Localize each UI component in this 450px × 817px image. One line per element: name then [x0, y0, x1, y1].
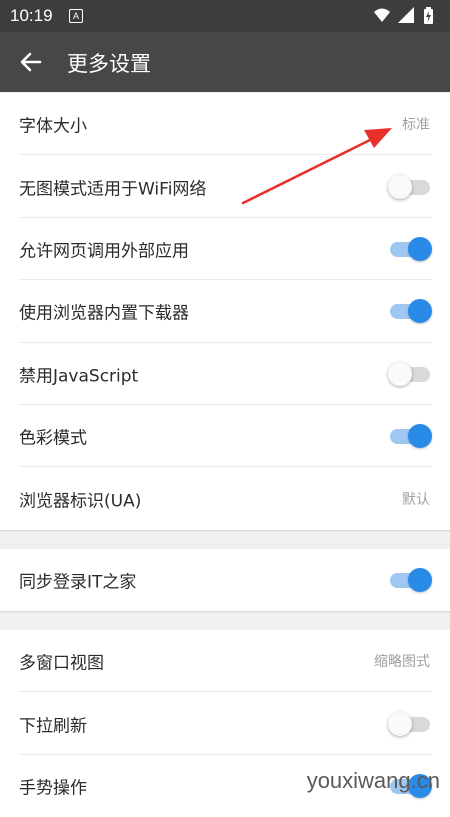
- toggle-switch[interactable]: [388, 174, 432, 199]
- setting-label: 允许网页调用外部应用: [19, 241, 189, 262]
- toggle-switch[interactable]: [388, 361, 432, 386]
- setting-builtin-downloader[interactable]: 使用浏览器内置下载器: [0, 280, 450, 343]
- setting-label: 同步登录IT之家: [19, 572, 137, 593]
- setting-label: 使用浏览器内置下载器: [19, 303, 189, 324]
- setting-label: 无图模式适用于WiFi网络: [19, 179, 207, 200]
- setting-label: 字体大小: [19, 116, 87, 137]
- signal-icon: [398, 7, 414, 23]
- settings-group-browser: 字体大小 标准 无图模式适用于WiFi网络 允许网页调用外部应用 使用浏览器内置…: [0, 93, 450, 530]
- watermark: youxiwang.cn: [306, 768, 440, 793]
- app-toolbar: 更多设置: [0, 32, 450, 92]
- setting-multi-window-view[interactable]: 多窗口视图 缩略图式: [0, 630, 450, 693]
- settings-group-account: 同步登录IT之家: [0, 549, 450, 612]
- notification-icon: A: [69, 9, 83, 23]
- setting-value: 缩略图式: [374, 654, 430, 671]
- toggle-switch[interactable]: [388, 711, 432, 736]
- wifi-icon: [374, 8, 390, 22]
- back-arrow-icon[interactable]: [18, 49, 44, 75]
- setting-user-agent[interactable]: 浏览器标识(UA) 默认: [0, 467, 450, 529]
- setting-pull-to-refresh[interactable]: 下拉刷新: [0, 692, 450, 755]
- toggle-switch[interactable]: [388, 568, 432, 593]
- toggle-switch[interactable]: [388, 299, 432, 324]
- setting-label: 手势操作: [19, 778, 87, 799]
- toggle-switch[interactable]: [388, 236, 432, 261]
- setting-label: 色彩模式: [19, 428, 87, 449]
- setting-no-image-wifi[interactable]: 无图模式适用于WiFi网络: [0, 155, 450, 218]
- setting-sync-login[interactable]: 同步登录IT之家: [0, 549, 450, 611]
- page-title: 更多设置: [67, 52, 151, 76]
- status-bar: 10:19 A: [0, 0, 450, 32]
- status-time: 10:19: [10, 6, 53, 25]
- setting-disable-javascript[interactable]: 禁用JavaScript: [0, 343, 450, 405]
- setting-allow-external-apps[interactable]: 允许网页调用外部应用: [0, 218, 450, 281]
- setting-label: 禁用JavaScript: [19, 366, 139, 387]
- setting-value: 标准: [402, 117, 430, 134]
- battery-icon: [424, 7, 433, 24]
- setting-value: 默认: [402, 491, 430, 508]
- setting-label: 浏览器标识(UA): [19, 491, 142, 512]
- setting-label: 多窗口视图: [19, 653, 104, 674]
- status-icons: [372, 5, 442, 27]
- setting-color-mode[interactable]: 色彩模式: [0, 405, 450, 468]
- setting-label: 下拉刷新: [19, 716, 87, 737]
- toggle-switch[interactable]: [388, 424, 432, 449]
- setting-font-size[interactable]: 字体大小 标准: [0, 93, 450, 156]
